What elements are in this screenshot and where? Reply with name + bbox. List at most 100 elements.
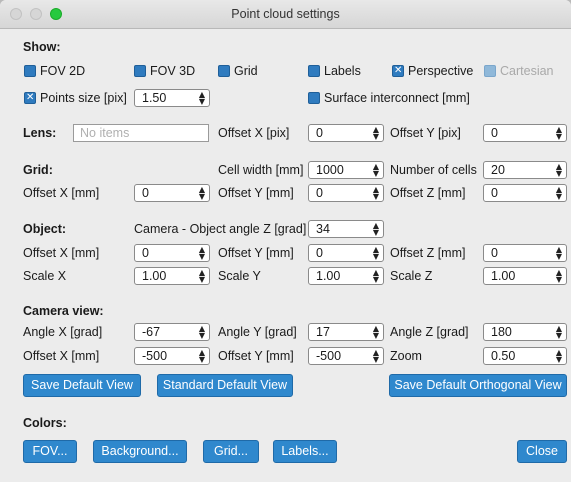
background-color-button[interactable]: Background... [93, 440, 187, 463]
grid-offset-z-value: 0 [491, 186, 498, 200]
lens-offset-x-spinner[interactable]: 0 ▲ ▼ [308, 124, 384, 142]
colors-heading: Colors: [23, 416, 67, 430]
scale-y-spinner[interactable]: 1.00 ▲ ▼ [308, 267, 384, 285]
num-cells-label: Number of cells [390, 163, 477, 177]
camera-angle-x-value: -67 [142, 325, 161, 339]
camera-angle-x-label: Angle X [grad] [23, 325, 103, 339]
spin-arrows-icon: ▲ ▼ [372, 185, 379, 201]
grid-heading: Grid: [23, 163, 53, 177]
object-offset-y-label: Offset Y [mm] [218, 246, 294, 260]
settings-window: Point cloud settings Show: FOV 2D FOV 3D… [0, 0, 571, 482]
object-offset-z-label: Offset Z [mm] [390, 246, 466, 260]
camera-offset-x-spinner[interactable]: -500 ▲ ▼ [134, 347, 210, 365]
spin-arrows-icon: ▲ ▼ [372, 221, 379, 237]
camera-angle-z-label: Angle Z [grad] [390, 325, 469, 339]
title-bar[interactable]: Point cloud settings [0, 0, 571, 29]
spin-arrows-icon: ▲ ▼ [372, 268, 379, 284]
lens-offset-y-spinner[interactable]: 0 ▲ ▼ [483, 124, 567, 142]
spin-arrows-icon: ▲ ▼ [555, 324, 562, 340]
spin-arrows-icon: ▲ ▼ [198, 90, 205, 106]
lens-offset-y-label: Offset Y [pix] [390, 126, 461, 140]
labels-color-button[interactable]: Labels... [273, 440, 337, 463]
camera-angle-y-spinner[interactable]: 17 ▲ ▼ [308, 323, 384, 341]
standard-default-view-button[interactable]: Standard Default View [157, 374, 293, 397]
object-offset-x-value: 0 [142, 246, 149, 260]
lens-text-field[interactable] [74, 125, 208, 141]
points-size-value: 1.50 [142, 91, 167, 105]
fov3d-checkbox[interactable] [134, 65, 146, 77]
camera-angle-x-spinner[interactable]: -67 ▲ ▼ [134, 323, 210, 341]
perspective-label: Perspective [408, 64, 474, 78]
grid-offset-y-value: 0 [316, 186, 323, 200]
num-cells-value: 20 [491, 163, 505, 177]
object-angle-label: Camera - Object angle Z [grad] [134, 222, 307, 236]
fov2d-checkbox[interactable] [24, 65, 36, 77]
object-angle-spinner[interactable]: 34 ▲ ▼ [308, 220, 384, 238]
show-heading: Show: [23, 40, 61, 54]
cell-width-label: Cell width [mm] [218, 163, 304, 177]
spin-arrows-icon: ▲ ▼ [555, 245, 562, 261]
spin-arrows-icon: ▲ ▼ [555, 348, 562, 364]
spin-arrows-icon: ▲ ▼ [372, 324, 379, 340]
camera-angle-y-value: 17 [316, 325, 330, 339]
scale-y-label: Scale Y [218, 269, 261, 283]
labels-checkbox[interactable] [308, 65, 320, 77]
camera-offset-x-value: -500 [142, 349, 168, 363]
object-angle-value: 34 [316, 222, 330, 236]
labels-label: Labels [324, 64, 361, 78]
cell-width-spinner[interactable]: 1000 ▲ ▼ [308, 161, 384, 179]
points-size-spinner[interactable]: 1.50 ▲ ▼ [134, 89, 210, 107]
grid-checkbox[interactable] [218, 65, 230, 77]
grid-offset-z-spinner[interactable]: 0 ▲ ▼ [483, 184, 567, 202]
lens-offset-y-value: 0 [491, 126, 498, 140]
object-heading: Object: [23, 222, 67, 236]
object-offset-x-spinner[interactable]: 0 ▲ ▼ [134, 244, 210, 262]
object-offset-z-spinner[interactable]: 0 ▲ ▼ [483, 244, 567, 262]
cartesian-checkbox[interactable] [484, 65, 496, 77]
scale-x-label: Scale X [23, 269, 67, 283]
spin-arrows-icon: ▲ ▼ [555, 125, 562, 141]
spin-arrows-icon: ▲ ▼ [372, 348, 379, 364]
surface-checkbox[interactable] [308, 92, 320, 104]
num-cells-spinner[interactable]: 20 ▲ ▼ [483, 161, 567, 179]
grid-offset-y-spinner[interactable]: 0 ▲ ▼ [308, 184, 384, 202]
grid-offset-y-label: Offset Y [mm] [218, 186, 294, 200]
spin-arrows-icon: ▲ ▼ [198, 348, 205, 364]
lens-offset-x-value: 0 [316, 126, 323, 140]
cell-width-value: 1000 [316, 163, 344, 177]
scale-x-spinner[interactable]: 1.00 ▲ ▼ [134, 267, 210, 285]
spin-arrows-icon: ▲ ▼ [198, 268, 205, 284]
lens-input[interactable] [73, 124, 209, 142]
points-size-checkbox[interactable] [24, 92, 36, 104]
zoom-label: Zoom [390, 349, 422, 363]
zoom-spinner[interactable]: 0.50 ▲ ▼ [483, 347, 567, 365]
grid-offset-x-spinner[interactable]: 0 ▲ ▼ [134, 184, 210, 202]
spin-arrows-icon: ▲ ▼ [372, 162, 379, 178]
grid-label: Grid [234, 64, 258, 78]
close-button[interactable]: Close [517, 440, 567, 463]
camera-offset-y-label: Offset Y [mm] [218, 349, 294, 363]
points-size-label: Points size [pix] [40, 91, 127, 105]
scale-z-label: Scale Z [390, 269, 433, 283]
grid-offset-x-label: Offset X [mm] [23, 186, 100, 200]
spin-arrows-icon: ▲ ▼ [198, 324, 205, 340]
grid-offset-z-label: Offset Z [mm] [390, 186, 466, 200]
camera-offset-x-label: Offset X [mm] [23, 349, 100, 363]
spin-arrows-icon: ▲ ▼ [555, 268, 562, 284]
save-default-orthogonal-view-button[interactable]: Save Default Orthogonal View [389, 374, 567, 397]
scale-y-value: 1.00 [316, 269, 341, 283]
scale-z-spinner[interactable]: 1.00 ▲ ▼ [483, 267, 567, 285]
scale-x-value: 1.00 [142, 269, 167, 283]
object-offset-y-spinner[interactable]: 0 ▲ ▼ [308, 244, 384, 262]
fov2d-label: FOV 2D [40, 64, 86, 78]
camera-offset-y-spinner[interactable]: -500 ▲ ▼ [308, 347, 384, 365]
zoom-value: 0.50 [491, 349, 516, 363]
grid-offset-x-value: 0 [142, 186, 149, 200]
save-default-view-button[interactable]: Save Default View [23, 374, 141, 397]
grid-color-button[interactable]: Grid... [203, 440, 259, 463]
spin-arrows-icon: ▲ ▼ [555, 185, 562, 201]
fov3d-label: FOV 3D [150, 64, 196, 78]
camera-angle-z-spinner[interactable]: 180 ▲ ▼ [483, 323, 567, 341]
perspective-checkbox[interactable] [392, 65, 404, 77]
fov-color-button[interactable]: FOV... [23, 440, 77, 463]
